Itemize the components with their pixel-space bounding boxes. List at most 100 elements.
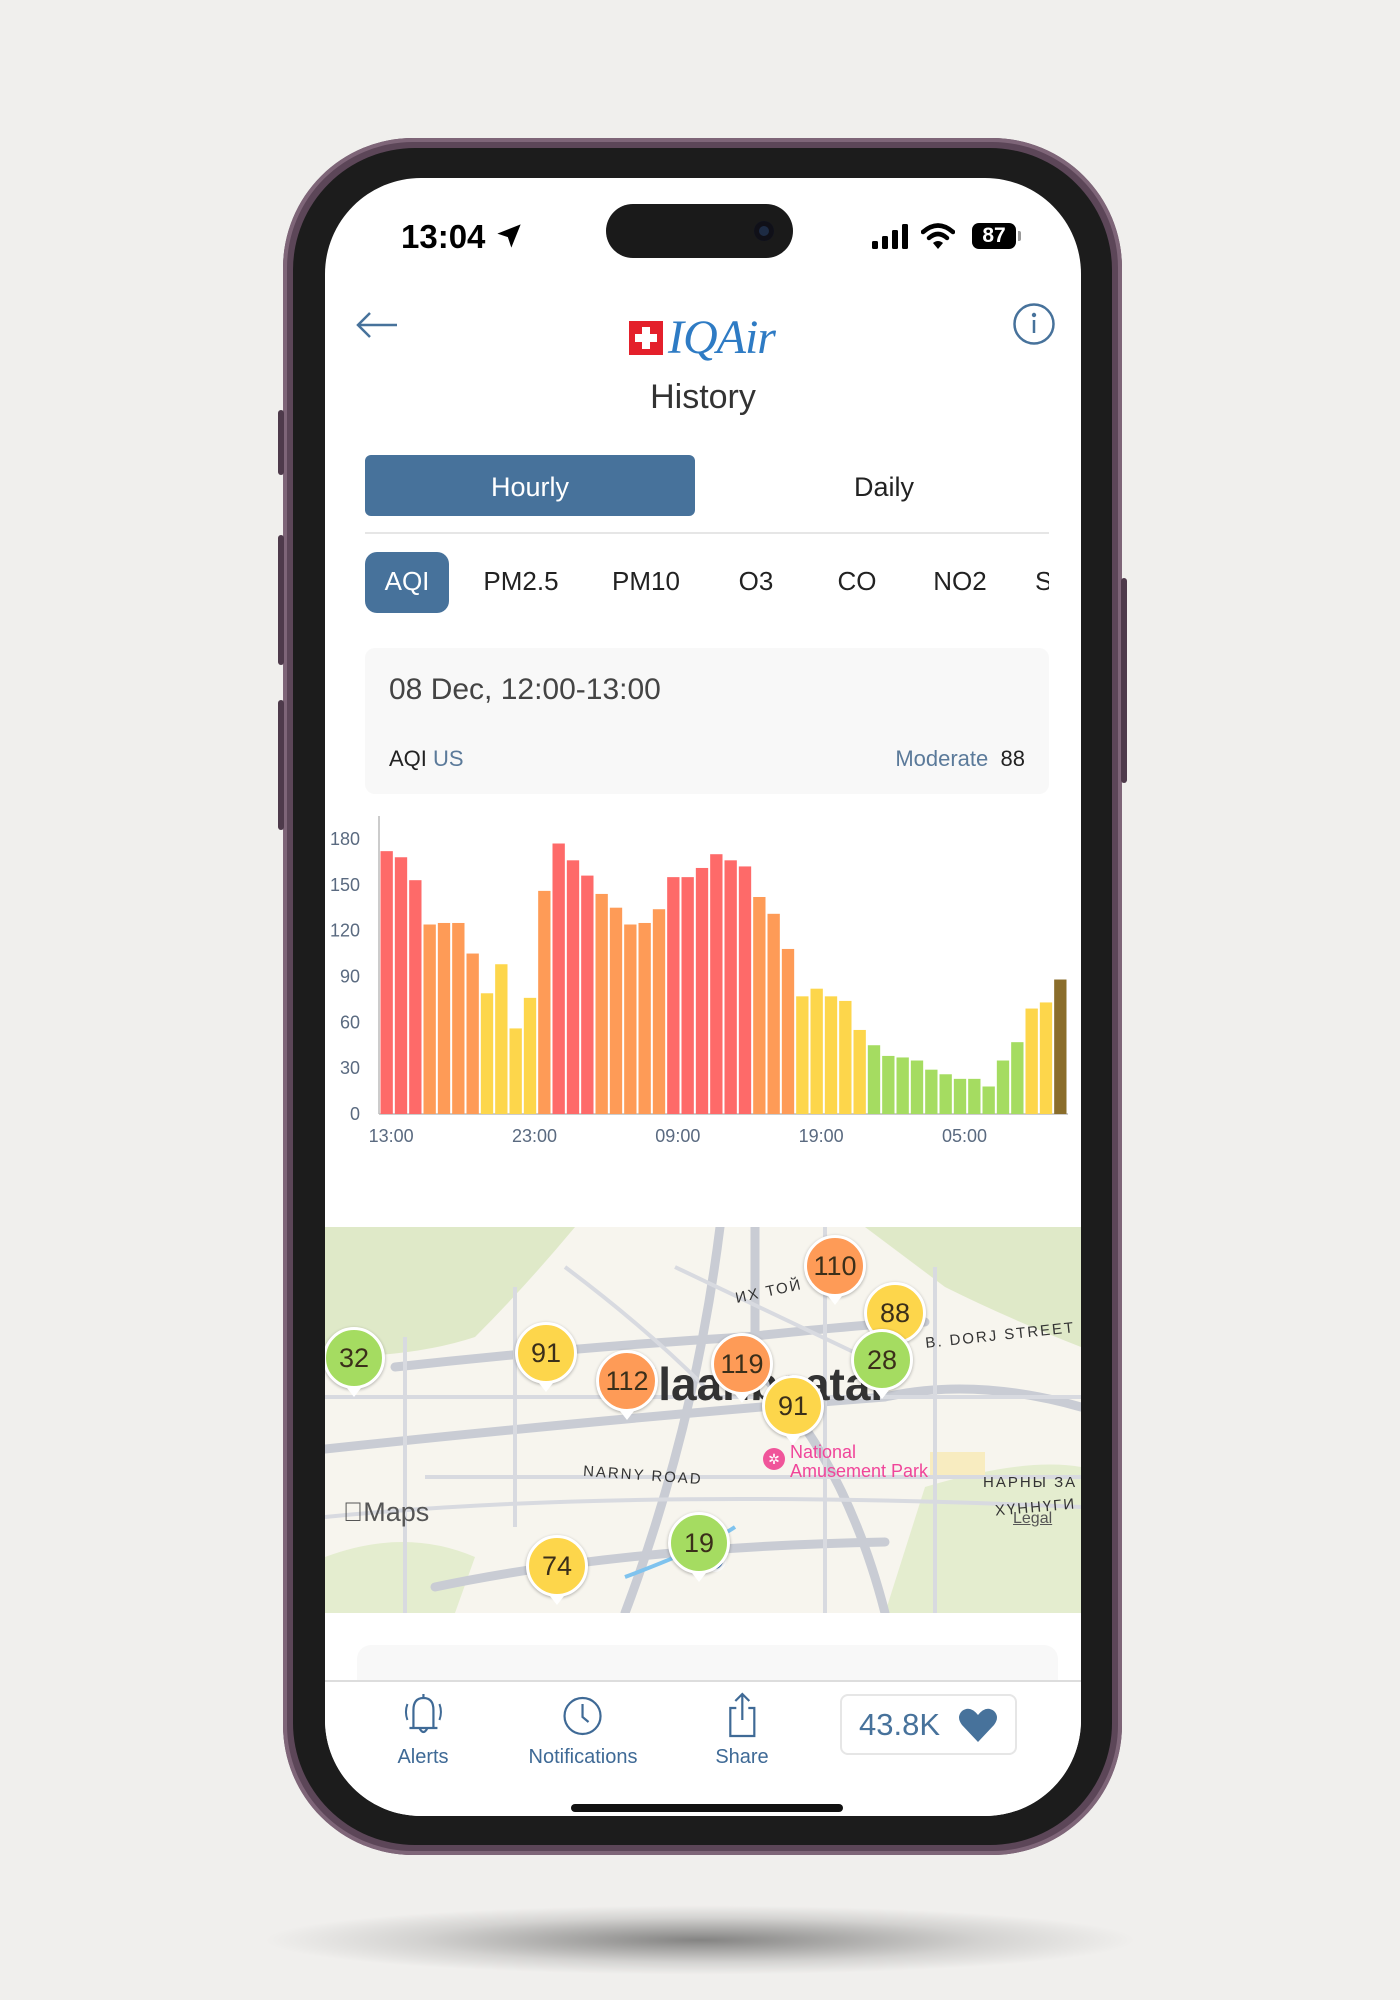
aqi-bar[interactable] [796,996,809,1114]
aqi-bar[interactable] [609,907,623,1114]
aqi-bar[interactable] [738,866,752,1114]
aqi-unit: US [433,746,464,771]
aqi-bar[interactable] [882,1055,895,1114]
aqi-bar[interactable] [839,1000,852,1114]
pollutant-tab-so2[interactable]: S [1035,566,1049,597]
aqi-map-marker[interactable]: 28 [851,1329,913,1399]
aqi-bar[interactable] [1039,1002,1053,1114]
wifi-icon [921,223,955,249]
aqi-map-marker[interactable]: 110 [804,1235,866,1305]
aqi-bar[interactable] [681,877,694,1114]
aqi-bar[interactable] [925,1069,938,1114]
aqi-bar[interactable] [1025,1008,1038,1114]
aqi-bar[interactable] [509,1028,522,1114]
volume-up-button [278,535,284,665]
y-tick-label: 90 [340,966,360,986]
apple-maps-attribution: Maps [343,1497,429,1527]
aqi-bar[interactable] [853,1029,866,1114]
aqi-bar[interactable] [1054,979,1067,1114]
power-button [1121,578,1127,783]
aqi-history-chart[interactable]: 0 30 60 90 120 150 180 13:00 23:00 09:00 19:00 05:0… [325,800,1081,1145]
divider [365,532,1049,534]
aqi-bar[interactable] [552,843,565,1114]
back-arrow-icon[interactable] [355,310,399,340]
aqi-bar[interactable] [1011,1042,1024,1114]
aqi-bar[interactable] [638,922,651,1114]
x-tick-label: 05:00 [942,1126,987,1145]
notifications-button[interactable]: Notifications [528,1682,638,1769]
aqi-map-marker[interactable]: 91 [515,1322,577,1392]
aqi-bar[interactable] [523,997,537,1114]
selected-datetime: 08 Dec, 12:00-13:00 [389,673,661,706]
tab-daily[interactable]: Daily [719,472,1049,503]
aqi-map[interactable]: Ulaanbaatar ИХ ТОЙ B. DORJ STREET NARNY … [325,1227,1081,1613]
aqi-map-marker[interactable]: 74 [526,1535,588,1605]
aqi-bar[interactable] [538,890,551,1114]
aqi-bar[interactable] [867,1045,881,1114]
share-button[interactable]: Share [715,1682,769,1769]
aqi-bar[interactable] [695,867,709,1114]
battery-indicator: 87 [972,223,1016,249]
bell-icon [404,1694,442,1734]
notifications-label: Notifications [528,1746,638,1768]
pollutant-tab-aqi-label: AQI [384,566,430,596]
aqi-bar[interactable] [595,893,608,1114]
selection-card: 08 Dec, 12:00-13:00 AQI US Moderate 88 [365,648,1049,794]
apple-logo-icon:  [343,1497,363,1527]
aqi-bar[interactable] [939,1074,952,1114]
aqi-bar[interactable] [968,1078,981,1114]
bottom-toolbar: Alerts Notifications Share 43.8K [325,1680,1081,1816]
aqi-bar[interactable] [495,964,508,1114]
logo-text: IQAir [668,311,776,364]
aqi-bar[interactable] [480,993,494,1114]
heart-icon [958,1708,997,1742]
aqi-bar[interactable] [810,988,823,1114]
aqi-bar[interactable] [423,924,436,1114]
aqi-bar[interactable] [394,857,408,1114]
aqi-bar[interactable] [667,877,680,1114]
clock-icon [563,1696,603,1736]
info-icon[interactable] [1012,302,1056,346]
aqi-bar[interactable] [824,996,838,1114]
aqi-map-marker[interactable]: 19 [668,1512,730,1582]
pollutant-tab-pm10[interactable]: PM10 [612,566,680,597]
y-tick-label: 60 [340,1012,360,1032]
aqi-map-marker[interactable]: 119 [711,1333,773,1403]
aqi-bar[interactable] [652,909,666,1114]
aqi-label: AQI US [389,746,464,772]
aqi-bar[interactable] [566,860,580,1114]
pollutant-tab-pm25[interactable]: PM2.5 [483,566,558,597]
aqi-bar[interactable] [409,880,422,1114]
aqi-bar[interactable] [781,948,795,1114]
x-tick-label: 19:00 [799,1126,844,1145]
map-legal-link[interactable]: Legal [1013,1510,1052,1528]
aqi-bar[interactable] [982,1086,995,1114]
pollutant-tab-o3[interactable]: O3 [739,566,774,597]
aqi-bar[interactable] [896,1057,909,1114]
aqi-bar[interactable] [753,896,766,1114]
aqi-map-marker[interactable]: 91 [762,1375,824,1445]
aqi-bar[interactable] [437,922,451,1114]
aqi-bar[interactable] [996,1060,1010,1114]
aqi-bar[interactable] [624,924,637,1114]
pollutant-tab-no2[interactable]: NO2 [933,566,986,597]
aqi-bar[interactable] [452,922,465,1114]
aqi-bar[interactable] [466,953,479,1114]
volume-down-button [278,700,284,830]
map-poi-label[interactable]: National Amusement Park [790,1443,928,1481]
aqi-value: 88 [1000,746,1025,771]
like-button[interactable]: 43.8K [840,1694,1017,1755]
aqi-bar[interactable] [380,851,393,1114]
aqi-bar[interactable] [953,1078,967,1114]
pollutant-tab-co[interactable]: CO [838,566,877,597]
aqi-map-marker[interactable]: 32 [325,1327,385,1397]
aqi-bar[interactable] [910,1060,924,1114]
aqi-map-marker[interactable]: 112 [596,1350,658,1420]
aqi-bar[interactable] [581,875,594,1114]
aqi-bar[interactable] [710,854,723,1114]
location-arrow-icon [497,224,521,248]
alerts-button[interactable]: Alerts [397,1682,449,1769]
aqi-bar[interactable] [724,860,737,1114]
aqi-bar[interactable] [767,913,780,1114]
aqi-metric: AQI [389,746,427,771]
